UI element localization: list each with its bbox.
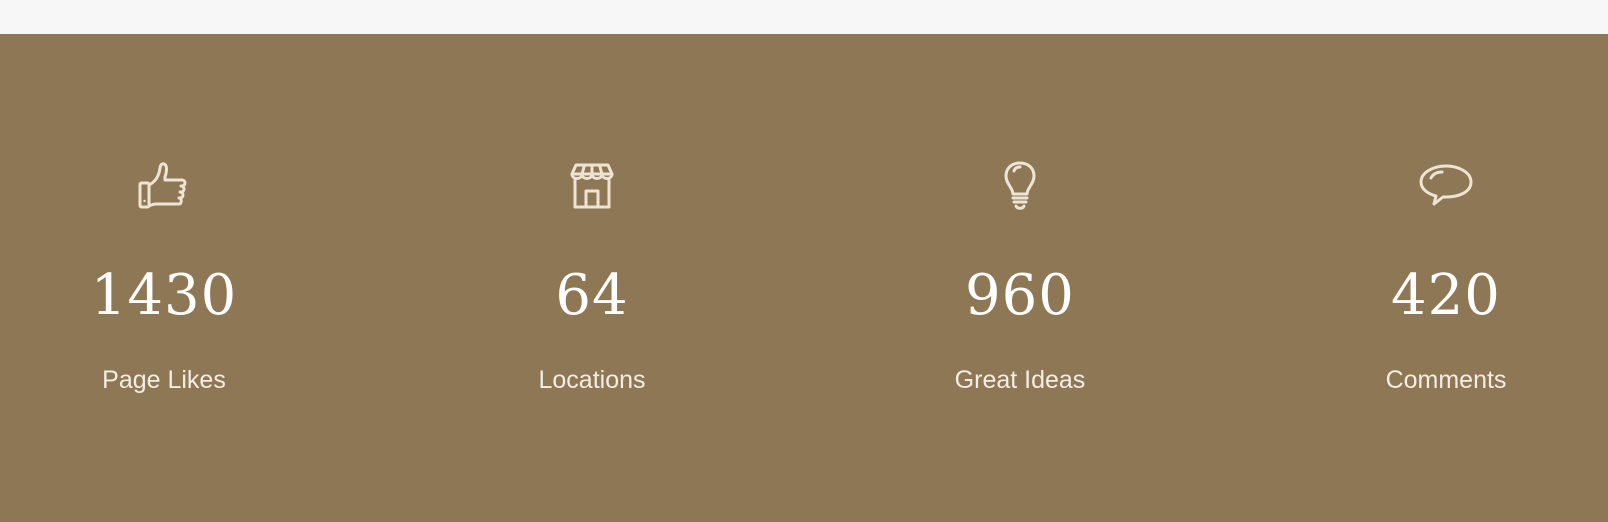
stat-label: Locations [538, 366, 646, 394]
top-strip [0, 0, 1608, 34]
stat-value: 64 [555, 263, 629, 328]
stat-label: Page Likes [102, 366, 226, 394]
stat-locations: 64 Locations [442, 34, 742, 522]
speech-bubble-icon [1418, 158, 1474, 214]
stat-value: 420 [1391, 263, 1501, 328]
lightbulb-icon [992, 158, 1048, 214]
stat-value: 960 [965, 263, 1075, 328]
thumbs-up-icon [136, 158, 192, 214]
stat-comments: 420 Comments [1296, 34, 1596, 522]
stat-page-likes: 1430 Page Likes [14, 34, 314, 522]
stats-section: 1430 Page Likes 64 Locations 960 Great I… [0, 34, 1608, 522]
stat-great-ideas: 960 Great Ideas [870, 34, 1170, 522]
storefront-icon [564, 158, 620, 214]
stat-value: 1430 [90, 263, 238, 328]
stat-label: Great Ideas [954, 366, 1086, 394]
stat-label: Comments [1385, 366, 1507, 394]
